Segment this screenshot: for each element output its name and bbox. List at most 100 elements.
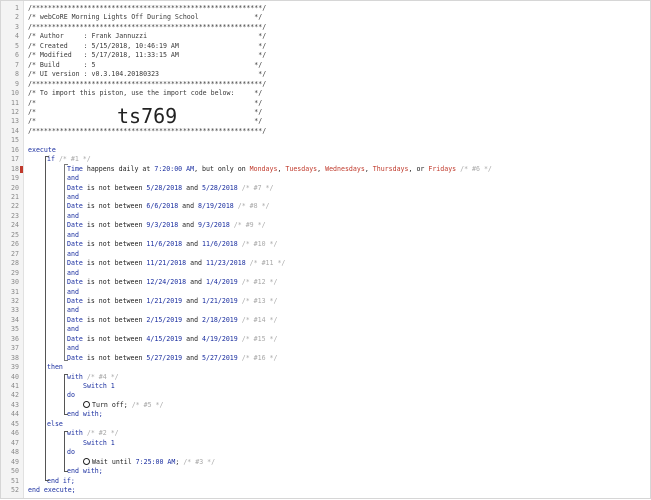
code-text: /* To import this piston, use the import… [28, 89, 263, 98]
code-text: /* Modified : 5/17/2018, 11:33:15 AM */ [28, 51, 267, 60]
with-bracket-1 [64, 374, 68, 415]
line-number: 26 [11, 240, 19, 249]
with-bracket-2 [64, 431, 68, 472]
code-line: 38 Date is not between 5/27/2019 and 5/27… [1, 354, 650, 363]
code-text: /* UI version : v0.3.104.20180323 */ [28, 70, 267, 79]
code-text: and [67, 249, 79, 258]
code-text: end if; [47, 476, 75, 485]
code-line: 35 and [1, 325, 650, 334]
code-text: /* Build : 5 */ [28, 60, 263, 69]
code-line: 39 then [1, 363, 650, 372]
import-code[interactable]: ts769 [117, 104, 177, 128]
code-text: Time happens daily at 7:20:00 AM, but on… [67, 164, 492, 173]
code-line: 26 Date is not between 11/6/2018 and 11/6… [1, 240, 650, 249]
code-line: 51 end if; [1, 477, 650, 486]
code-text: and [67, 325, 79, 334]
line-number: 29 [11, 268, 19, 277]
line-number: 21 [11, 193, 19, 201]
line-number: 45 [11, 419, 19, 428]
line-number: 18 [11, 164, 19, 173]
code-line: 36 Date is not between 4/15/2019 and 4/19… [1, 335, 650, 344]
code-text: and [67, 344, 79, 353]
code-line: 47 Switch 1 [1, 439, 650, 448]
code-line: 52 end execute; [1, 486, 650, 495]
code-text: /* webCoRE Morning Lights Off During Sch… [28, 13, 263, 22]
line-number: 47 [11, 438, 19, 447]
line-number: 27 [11, 249, 19, 258]
code-text: /***************************************… [28, 79, 267, 88]
line-number: 34 [11, 315, 19, 324]
code-line: 3 /**************************************… [1, 23, 650, 32]
code-text: end with; [67, 467, 103, 476]
code-line: 29 and [1, 269, 650, 278]
code-line: 4 /* Author : Frank Jannuzzi */ [1, 32, 650, 41]
code-text: Date is not between 5/28/2018 and 5/28/2… [67, 183, 274, 192]
code-line: 9 /**************************************… [1, 80, 650, 89]
line-number: 38 [11, 353, 19, 362]
line-number: 2 [15, 13, 19, 22]
code-text: Date is not between 11/21/2018 and 11/23… [67, 259, 286, 268]
code-line: 49 Wait until 7:25:00 AM; /* #3 */ [1, 457, 650, 467]
line-number: 19 [11, 174, 19, 183]
code-line: 32 Date is not between 1/21/2019 and 1/21… [1, 297, 650, 306]
code-line: 1 /**************************************… [1, 4, 650, 13]
code-editor[interactable]: 1 /**************************************… [0, 0, 651, 499]
line-number: 35 [11, 325, 19, 334]
code-text: with /* #4 */ [67, 372, 119, 381]
code-line: 25 and [1, 231, 650, 240]
code-text: and [67, 230, 79, 239]
code-text: with /* #2 */ [67, 429, 119, 438]
code-line: 40 with /* #4 */ [1, 373, 650, 382]
line-number: 28 [11, 259, 19, 268]
code-line: 15 [1, 136, 650, 145]
code-line: 50 end with; [1, 467, 650, 476]
code-line: 42 do [1, 391, 650, 400]
line-number: 22 [11, 202, 19, 211]
line-number: 7 [15, 60, 19, 69]
code-line: 28 Date is not between 11/21/2018 and 11/… [1, 259, 650, 268]
line-number: 5 [15, 41, 19, 50]
line-number: 24 [11, 221, 19, 230]
code-line: 20 Date is not between 5/28/2018 and 5/28… [1, 184, 650, 193]
line-number: 3 [15, 22, 19, 31]
code-line: 21 and [1, 193, 650, 202]
code-text: /* Author : Frank Jannuzzi */ [28, 32, 267, 41]
line-number: 32 [11, 296, 19, 305]
code-line: 17 if /* #1 */ [1, 155, 650, 164]
line-number: 8 [15, 70, 19, 79]
import-code-row: ts769 [1, 103, 650, 126]
code-line: 6 /* Modified : 5/17/2018, 11:33:15 AM */ [1, 51, 650, 60]
line-number: 43 [11, 400, 19, 409]
code-line: 41 Switch 1 [1, 382, 650, 391]
code-text: Date is not between 1/21/2019 and 1/21/2… [67, 296, 278, 305]
condition-bracket [64, 164, 68, 361]
line-number: 31 [11, 287, 19, 296]
line-number: 48 [11, 448, 19, 457]
line-number: 49 [11, 457, 19, 466]
code-text: and [67, 193, 79, 201]
line-number: 36 [11, 334, 19, 343]
line-number: 23 [11, 211, 19, 220]
code-line: 45 else [1, 420, 650, 429]
code-line: 10 /* To import this piston, use the impo… [1, 89, 650, 98]
line-number: 46 [11, 429, 19, 438]
code-line: 34 Date is not between 2/15/2019 and 2/18… [1, 316, 650, 325]
code-line: 44 end with; [1, 410, 650, 419]
code-text: execute [28, 145, 56, 154]
code-line: 7 /* Build : 5 */ [1, 61, 650, 70]
code-line: 19 and [1, 174, 650, 183]
line-number: 52 [11, 485, 19, 494]
code-text: Date is not between 12/24/2018 and 1/4/2… [67, 278, 278, 287]
code-text: end with; [67, 410, 103, 419]
code-line: 22 Date is not between 6/6/2018 and 8/19/… [1, 202, 650, 211]
code-line: 30 Date is not between 12/24/2018 and 1/4… [1, 278, 650, 287]
line-number: 30 [11, 278, 19, 287]
code-text: then [47, 363, 63, 372]
code-line: 16 execute [1, 146, 650, 155]
code-line: 43 Turn off; /* #5 */ [1, 400, 650, 410]
line-number: 25 [11, 230, 19, 239]
code-text: Date is not between 9/3/2018 and 9/3/201… [67, 221, 266, 230]
line-number: 16 [11, 145, 19, 154]
code-line: 48 do [1, 448, 650, 457]
code-text: and [67, 287, 79, 296]
